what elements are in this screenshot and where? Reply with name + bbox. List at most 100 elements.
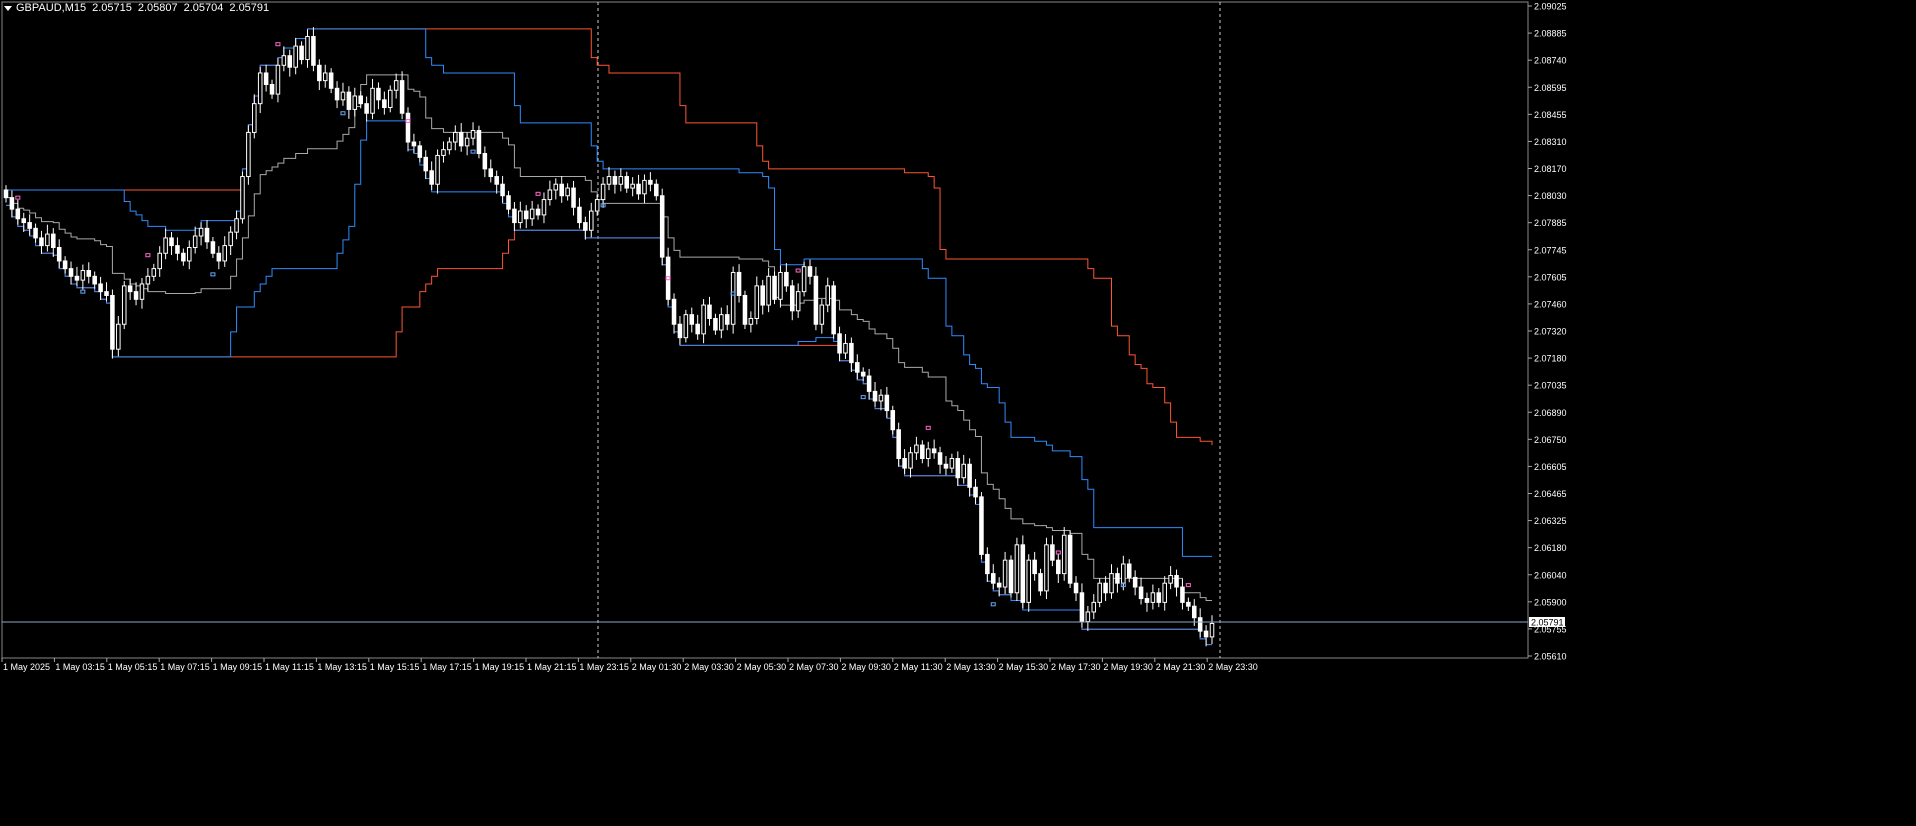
candle-body [896,429,901,460]
candle-body [27,222,32,229]
candle-body [1180,586,1185,603]
candle-body [636,183,641,195]
candle-body [399,80,405,114]
x-tick-label: 2 May 03:30 [684,662,734,672]
x-tick-label: 2 May 05:30 [737,662,787,672]
signal-marker [795,268,801,273]
signal-marker [860,395,866,400]
candle-body [701,304,706,335]
candle-body [884,394,890,412]
candle-body [890,410,896,431]
candle-body [1168,575,1173,584]
candle-body [1073,582,1079,594]
candle-body [990,573,996,584]
candle-body [931,448,937,454]
candle-body [529,208,535,220]
current-price-label: 2.05791 [1531,618,1564,628]
candle-body [707,304,712,319]
candle-body [127,285,133,293]
candle-body [21,218,27,224]
candle-body [222,245,228,262]
candle-body [305,36,310,61]
candle-body [512,208,517,224]
candle-body [719,314,724,331]
candle-body [801,266,807,293]
candle-body [518,210,523,224]
candle-body [1197,617,1203,632]
candle-body [671,298,677,325]
inner-channel-lower-line [6,120,1212,646]
candle-body [476,130,482,155]
candle-body [423,156,429,172]
candle-body [33,227,38,239]
x-tick-label: 1 May 13:15 [317,662,367,672]
candle-body [458,131,464,147]
candle-body [1191,605,1197,619]
candle-body [659,195,665,258]
ohlc-low: 2.05704 [183,2,224,14]
signal-marker [925,425,931,430]
x-tick-label: 1 May 21:15 [527,662,577,672]
price-chart[interactable]: 2.09025 2.08885 2.08740 2.08595 2.08455 2.083… [0,0,1916,826]
candle-body [275,64,281,95]
candle-body [45,233,50,247]
candle-body [228,231,233,247]
candle-body [121,285,127,325]
candle-body [68,268,74,277]
candle-body [317,64,322,82]
candle-body [1144,598,1150,603]
candle-body [648,179,653,185]
candle-body [955,458,961,479]
candle-body [210,241,216,254]
price-axis[interactable]: 2.09025 2.08885 2.08740 2.08595 2.08455 2.083… [1528,2,1567,662]
candle-body [1121,563,1126,584]
candle-body [186,247,192,262]
candle-body [713,317,718,331]
x-tick-label: 1 May 03:15 [55,662,105,672]
candle-body [979,496,984,555]
x-tick-label: 1 May 05:15 [108,662,158,672]
candle-body [346,91,352,110]
candle-body [973,486,978,498]
candle-body [3,189,9,199]
candle-body [181,252,186,262]
dropdown-triangle-icon[interactable] [4,5,12,11]
candle-body [1126,563,1132,578]
candle-body [322,72,328,82]
candle-body [252,103,257,133]
candle-body [15,208,21,220]
signal-marker [990,602,996,607]
chart-grid [1,1,1529,659]
candle-body [937,452,943,465]
candle-body [553,183,559,191]
candle-body [1044,544,1049,592]
candle-body [1038,573,1043,592]
time-axis[interactable]: 1 May 2025 1 May 03:15 1 May 05:15 1 May 07… [1,658,1258,672]
candle-body [74,275,80,281]
candle-body [293,45,298,68]
candle-body [1109,573,1114,594]
y-tick-label: 2.07885 [1534,218,1567,228]
candle-body [500,183,505,197]
candle-body [1203,630,1209,638]
candle-body [116,323,121,350]
candle-body [157,252,162,270]
inner-channel-upper-line [6,28,1212,557]
y-tick-label: 2.08170 [1534,164,1567,174]
candle-body [506,195,511,210]
candle-body [470,130,476,139]
y-tick-label: 2.07605 [1534,272,1567,282]
candle-body [169,237,174,247]
x-tick-label: 2 May 13:30 [946,662,996,672]
candle-body [837,333,842,354]
candle-body [175,245,180,254]
signal-marker [340,111,346,116]
candle-body [961,463,966,479]
candle-body [902,458,907,469]
candle-body [1032,559,1037,575]
candle-body [571,187,576,208]
candle-body [789,285,795,312]
candle-body [429,170,434,185]
candle-body [417,145,423,158]
x-tick-label: 2 May 07:30 [789,662,839,672]
